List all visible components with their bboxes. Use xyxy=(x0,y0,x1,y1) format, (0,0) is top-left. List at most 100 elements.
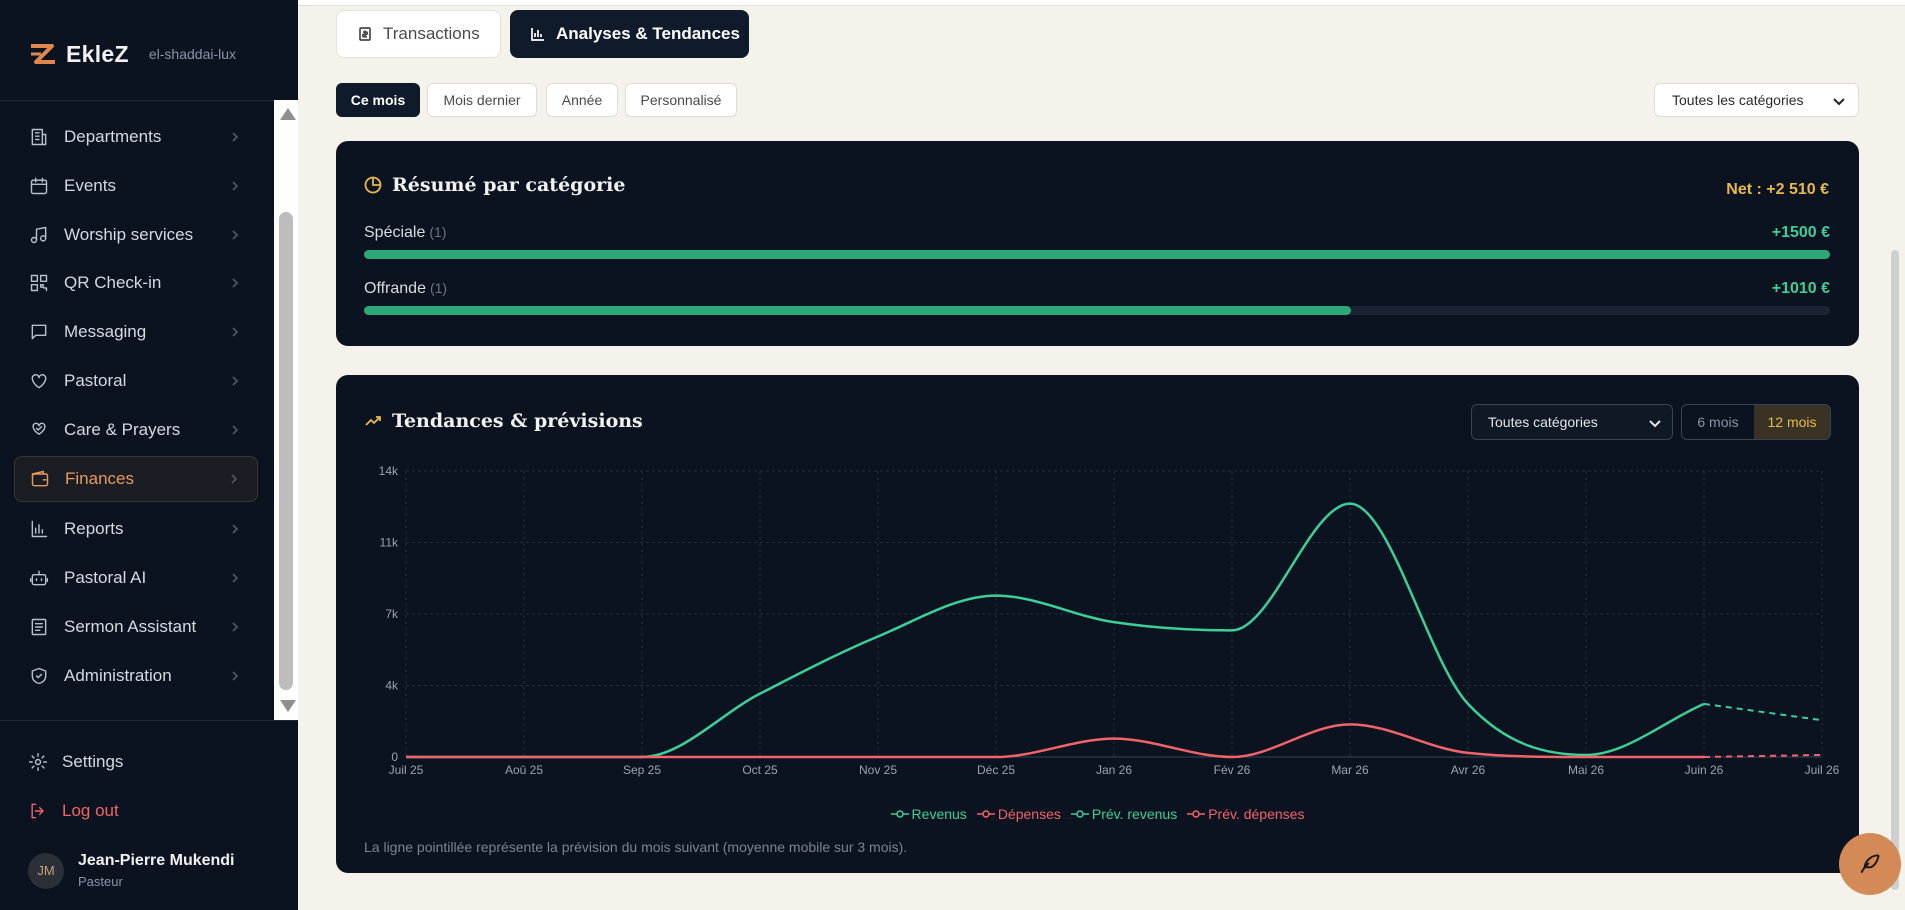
sidebar-item-worship-services[interactable]: Worship services xyxy=(14,212,258,258)
chevron-right-icon xyxy=(228,179,242,193)
receipt-icon xyxy=(359,27,371,41)
x-tick-label: Déc 25 xyxy=(977,763,1015,777)
avatar: JM xyxy=(28,852,64,889)
period-annee[interactable]: Année xyxy=(546,83,618,117)
logout-icon xyxy=(31,803,44,819)
y-tick-label: 7k xyxy=(385,607,399,621)
building-icon xyxy=(28,126,50,148)
legend-prev-depenses[interactable]: Prév. dépenses xyxy=(1187,806,1304,822)
sidebar-item-departments[interactable]: Departments xyxy=(14,114,258,160)
x-tick-label: Jan 26 xyxy=(1096,763,1132,777)
x-tick-label: Juil 25 xyxy=(389,763,424,777)
category-bar-track xyxy=(364,306,1830,315)
ekleZ-logo-icon xyxy=(31,44,55,64)
tab-analyses-label: Analyses & Tendances xyxy=(556,24,740,43)
category-label: Offrande xyxy=(364,280,426,297)
series-line-prev-revenus xyxy=(1703,702,1823,722)
sidebar-item-pastoral-ai[interactable]: Pastoral AI xyxy=(14,555,258,601)
sidebar-item-label: Pastoral xyxy=(64,371,127,390)
qr-code-icon xyxy=(28,272,50,294)
sidebar-item-label: Finances xyxy=(65,469,134,488)
period-personnalise[interactable]: Personnalisé xyxy=(625,83,737,117)
chevron-right-icon xyxy=(228,228,242,242)
trends-card: Tendances & prévisions Toutes catégories… xyxy=(336,375,1859,873)
sidebar-item-qr-check-in[interactable]: QR Check-in xyxy=(14,260,258,306)
sidebar-item-pastoral[interactable]: Pastoral xyxy=(14,358,258,404)
sidebar-item-sermon-assistant[interactable]: Sermon Assistant xyxy=(14,604,258,650)
scroll-down-arrow-icon[interactable] xyxy=(280,700,296,712)
period-mois-dernier[interactable]: Mois dernier xyxy=(427,83,537,117)
category-filter-select[interactable]: Toutes les catégories xyxy=(1654,83,1859,117)
message-icon xyxy=(28,321,50,343)
user-name: Jean-Pierre Mukendi xyxy=(78,852,235,869)
legend-label: Dépenses xyxy=(997,806,1061,822)
series-line-depenses xyxy=(406,723,1704,759)
logout-link[interactable]: Log out xyxy=(28,798,119,824)
legend-revenus[interactable]: Revenus xyxy=(890,806,967,822)
tenant-name: el-shaddai-lux xyxy=(148,46,237,62)
tab-transactions[interactable]: Transactions xyxy=(336,10,501,58)
sidebar-item-label: Administration xyxy=(64,666,172,685)
sidebar-item-administration[interactable]: Administration xyxy=(14,653,258,699)
x-tick-label: Juin 26 xyxy=(1685,763,1724,777)
chevron-right-icon xyxy=(228,522,242,536)
sidebar-item-messaging[interactable]: Messaging xyxy=(14,309,258,355)
category-value: +1500 € xyxy=(1771,224,1830,241)
sidebar-item-finances[interactable]: Finances xyxy=(14,456,258,502)
brand[interactable]: EkleZ el-shaddai-lux xyxy=(28,40,236,68)
period-ce-mois[interactable]: Ce mois xyxy=(336,83,420,117)
category-bar-fill xyxy=(364,306,1351,315)
chevron-right-icon xyxy=(228,325,242,339)
assistant-fab-button[interactable] xyxy=(1839,833,1901,895)
y-tick-label: 14k xyxy=(379,464,399,478)
x-tick-label: Aoû 25 xyxy=(505,763,543,777)
x-tick-label: Sep 25 xyxy=(623,763,661,777)
category-name: Offrande (1) xyxy=(364,280,447,298)
legend-label: Prév. dépenses xyxy=(1208,806,1305,822)
hand-heart-icon xyxy=(28,419,50,441)
legend-prev-revenus[interactable]: Prév. revenus xyxy=(1070,806,1178,822)
sidebar-item-care-prayers[interactable]: Care & Prayers xyxy=(14,407,258,453)
x-tick-label: Fév 26 xyxy=(1214,763,1251,777)
settings-label: Settings xyxy=(62,752,124,771)
y-tick-label: 0 xyxy=(391,750,398,764)
tab-transactions-label: Transactions xyxy=(383,24,480,43)
sidebar-item-label: Reports xyxy=(64,519,124,538)
legend-marker-icon xyxy=(1187,810,1206,818)
tab-analyses[interactable]: Analyses & Tendances xyxy=(510,10,749,58)
sidebar-item-events[interactable]: Events xyxy=(14,163,258,209)
x-tick-label: Mai 26 xyxy=(1568,763,1604,777)
x-tick-label: Nov 25 xyxy=(859,763,897,777)
calendar-icon xyxy=(28,175,50,197)
brand-name: EkleZ xyxy=(66,40,129,67)
sidebar-item-label: QR Check-in xyxy=(64,273,162,292)
chevron-right-icon xyxy=(228,276,242,290)
sidebar-item-label: Messaging xyxy=(64,322,147,341)
y-tick-label: 11k xyxy=(380,536,399,550)
chevron-right-icon xyxy=(228,374,242,388)
category-summary-card: Résumé par catégorie Net : +2 510 € Spéc… xyxy=(336,141,1859,346)
user-profile[interactable]: JM Jean-Pierre Mukendi Pasteur xyxy=(28,852,235,889)
sidebar-scrollbar[interactable] xyxy=(274,100,298,720)
music-icon xyxy=(28,224,50,246)
scroll-up-arrow-icon[interactable] xyxy=(280,108,296,120)
bar-chart-icon xyxy=(28,518,50,540)
settings-link[interactable]: Settings xyxy=(28,749,123,775)
category-label: Spéciale xyxy=(364,224,426,241)
category-value: +1010 € xyxy=(1771,280,1830,297)
summary-title: Résumé par catégorie xyxy=(364,174,625,196)
y-tick-label: 4k xyxy=(385,679,399,693)
x-tick-label: Oct 25 xyxy=(742,763,778,777)
chevron-right-icon xyxy=(228,669,242,683)
legend-depenses[interactable]: Dépenses xyxy=(976,806,1061,822)
page-scrollbar[interactable] xyxy=(1891,250,1899,890)
sidebar-item-label: Departments xyxy=(64,127,162,146)
scroll-thumb[interactable] xyxy=(279,212,293,690)
gear-icon xyxy=(28,752,48,772)
wallet-icon xyxy=(29,468,51,490)
logout-label: Log out xyxy=(62,801,119,820)
sidebar-item-reports[interactable]: Reports xyxy=(14,506,258,552)
category-count: (1) xyxy=(429,224,447,240)
legend-label: Revenus xyxy=(911,806,967,822)
legend-label: Prév. revenus xyxy=(1091,806,1178,822)
